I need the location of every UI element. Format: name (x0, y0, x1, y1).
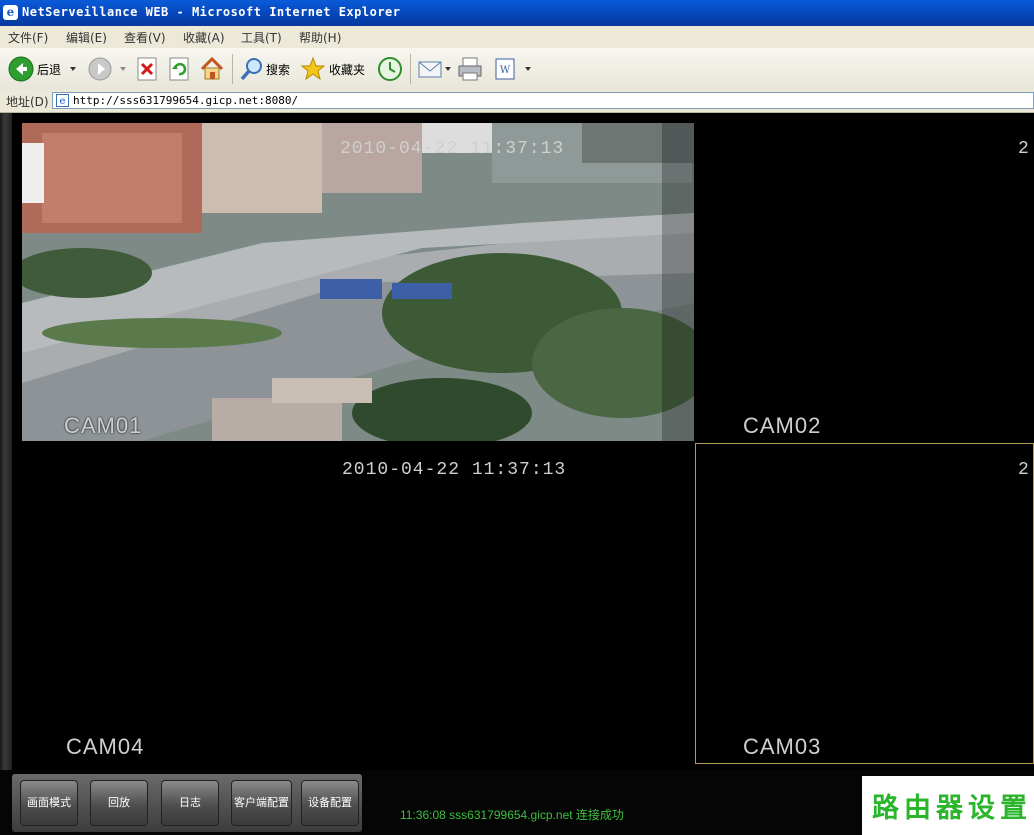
stop-icon[interactable] (136, 57, 160, 81)
home-icon[interactable] (199, 56, 225, 82)
address-bar: 地址(D) e http://sss631799654.gicp.net:808… (0, 90, 1034, 113)
camera-timestamp: 2010-04-22 11:37:13 (342, 460, 567, 480)
connection-status: 11:36:08 sss631799654.gicp.net 连接成功 (400, 808, 624, 822)
mail-icon[interactable] (417, 57, 443, 81)
svg-text:W: W (500, 65, 511, 76)
camera-label: CAM01 (64, 413, 143, 438)
menu-edit[interactable]: 编辑(E) (66, 29, 107, 46)
word-dropdown-icon[interactable] (525, 67, 531, 71)
watermark-text: 路由器设置 (872, 793, 1032, 824)
ie-logo-icon: e (3, 5, 18, 20)
camera-view-cam04[interactable]: 2010-04-22 11:37:13 CAM04 (12, 444, 694, 764)
address-label: 地址(D) (6, 95, 49, 109)
forward-dropdown-icon[interactable] (120, 67, 126, 71)
favorites-icon[interactable] (300, 56, 326, 82)
print-icon[interactable] (457, 56, 483, 82)
search-icon[interactable] (239, 56, 265, 82)
toolbar-separator (232, 54, 233, 84)
menu-file[interactable]: 文件(F) (8, 29, 48, 46)
forward-icon[interactable] (88, 57, 112, 81)
camera-timestamp: 2 (1018, 139, 1030, 159)
word-icon[interactable]: W (493, 57, 517, 81)
menu-favorites[interactable]: 收藏(A) (183, 29, 225, 46)
address-input[interactable]: e http://sss631799654.gicp.net:8080/ (52, 92, 1034, 109)
menu-tools[interactable]: 工具(T) (241, 29, 282, 46)
camera-view-cam01[interactable]: 2010-04-22 11:37:13 CAM01 (22, 123, 694, 441)
client-config-button[interactable]: 客户端配置 (231, 780, 292, 826)
camera-timestamp: 2010-04-22 11:37:13 (340, 139, 565, 159)
camera-view-cam02[interactable]: 2 CAM02 (695, 123, 1034, 441)
menu-view[interactable]: 查看(V) (124, 29, 166, 46)
menu-help[interactable]: 帮助(H) (299, 29, 341, 46)
camera-label: CAM02 (743, 413, 822, 438)
refresh-icon[interactable] (168, 57, 192, 81)
viewer-frame-edge (0, 113, 12, 773)
back-button-label[interactable]: 后退 (37, 61, 61, 78)
device-config-button[interactable]: 设备配置 (301, 780, 359, 826)
window-title-bar[interactable]: e NetServeillance WEB - Microsoft Intern… (0, 0, 1034, 26)
favorites-button-label[interactable]: 收藏夹 (329, 61, 365, 78)
back-dropdown-icon[interactable] (70, 67, 76, 71)
camera-timestamp: 2 (1018, 460, 1030, 480)
history-icon[interactable] (377, 56, 403, 82)
toolbar-separator (410, 54, 411, 84)
mail-dropdown-icon[interactable] (445, 67, 451, 71)
search-button-label[interactable]: 搜索 (266, 61, 290, 78)
log-button[interactable]: 日志 (161, 780, 219, 826)
playback-button[interactable]: 回放 (90, 780, 148, 826)
camera-label: CAM04 (66, 734, 145, 759)
back-icon[interactable] (8, 56, 34, 82)
camera-label: CAM03 (743, 734, 822, 759)
window-title: NetServeillance WEB - Microsoft Internet… (22, 5, 401, 19)
view-mode-button[interactable]: 画面模式 (20, 780, 78, 826)
camera-feed-image (22, 123, 694, 441)
toolbar: 后退 搜索 收藏夹 W (0, 48, 1034, 91)
address-url[interactable]: http://sss631799654.gicp.net:8080/ (73, 94, 298, 107)
menu-bar: 文件(F) 编辑(E) 查看(V) 收藏(A) 工具(T) 帮助(H) (0, 26, 1034, 49)
camera-view-cam03[interactable]: 2 CAM03 (695, 443, 1034, 764)
page-icon: e (56, 94, 69, 107)
watermark: 路由器设置 (862, 776, 1034, 835)
svg-text:e: e (60, 96, 66, 107)
